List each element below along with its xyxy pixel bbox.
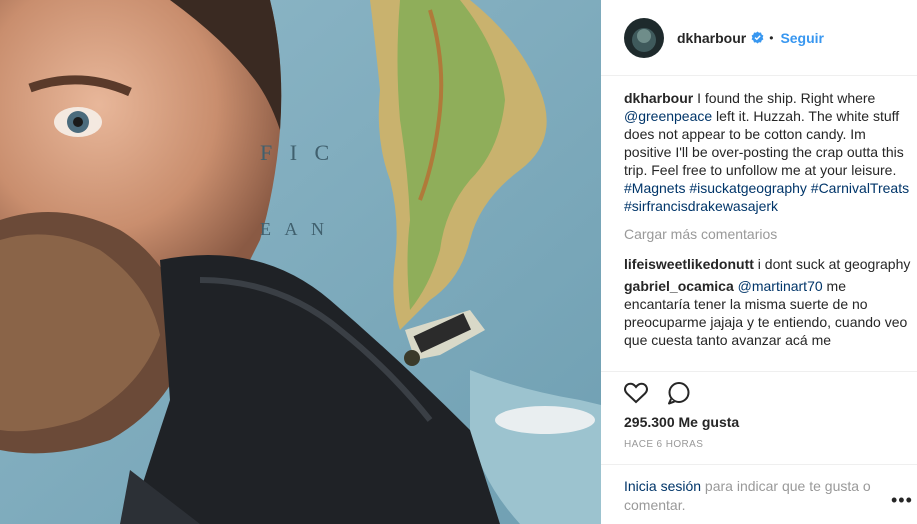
login-prompt: Inicia sesión para indicar que te gusta … (624, 477, 894, 515)
post-timestamp[interactable]: HACE 6 HORAS (624, 439, 703, 450)
divider (601, 371, 917, 372)
comment-icon[interactable] (666, 380, 692, 406)
comment-username[interactable]: gabriel_ocamica (624, 278, 734, 294)
list-item: gabriel_ocamica @martinart70 me encantar… (624, 277, 914, 349)
caption: dkharbour I found the ship. Right where … (624, 89, 914, 215)
comments-list[interactable]: dkharbour I found the ship. Right where … (624, 89, 914, 371)
caption-mention[interactable]: @greenpeace (624, 108, 712, 124)
login-link[interactable]: Inicia sesión (624, 478, 701, 494)
svg-text:E A N: E A N (260, 219, 329, 239)
post-sidebar: dkharbour • Seguir dkharbour I found the… (601, 0, 917, 524)
list-item: lifeisweetlikedonutt i dont suck at geog… (624, 255, 914, 273)
comment-mention[interactable]: @martinart70 (738, 278, 823, 294)
separator-dot: • (769, 30, 774, 45)
comment-username[interactable]: lifeisweetlikedonutt (624, 256, 754, 272)
comment-text: i dont suck at geography (753, 256, 911, 272)
follow-button[interactable]: Seguir (780, 30, 824, 46)
svg-text:F I C: F I C (260, 140, 335, 165)
post-username[interactable]: dkharbour (677, 30, 746, 46)
post-photo[interactable]: F I C E A N (0, 0, 601, 524)
caption-username[interactable]: dkharbour (624, 90, 693, 106)
caption-text-1: I found the ship. Right where (693, 90, 876, 106)
load-more-comments-button[interactable]: Cargar más comentarios (624, 225, 914, 243)
caption-hashtags[interactable]: #Magnets #isuckatgeography #CarnivalTrea… (624, 180, 909, 214)
divider (601, 464, 917, 465)
verified-badge-icon (751, 31, 764, 44)
more-options-icon[interactable]: ••• (891, 490, 913, 511)
post-header: dkharbour • Seguir (601, 0, 917, 76)
action-buttons (623, 380, 692, 406)
likes-count[interactable]: 295.300 Me gusta (624, 414, 739, 430)
avatar[interactable] (624, 17, 664, 58)
heart-icon[interactable] (623, 380, 649, 406)
selfie-with-map-image: F I C E A N (0, 0, 601, 524)
